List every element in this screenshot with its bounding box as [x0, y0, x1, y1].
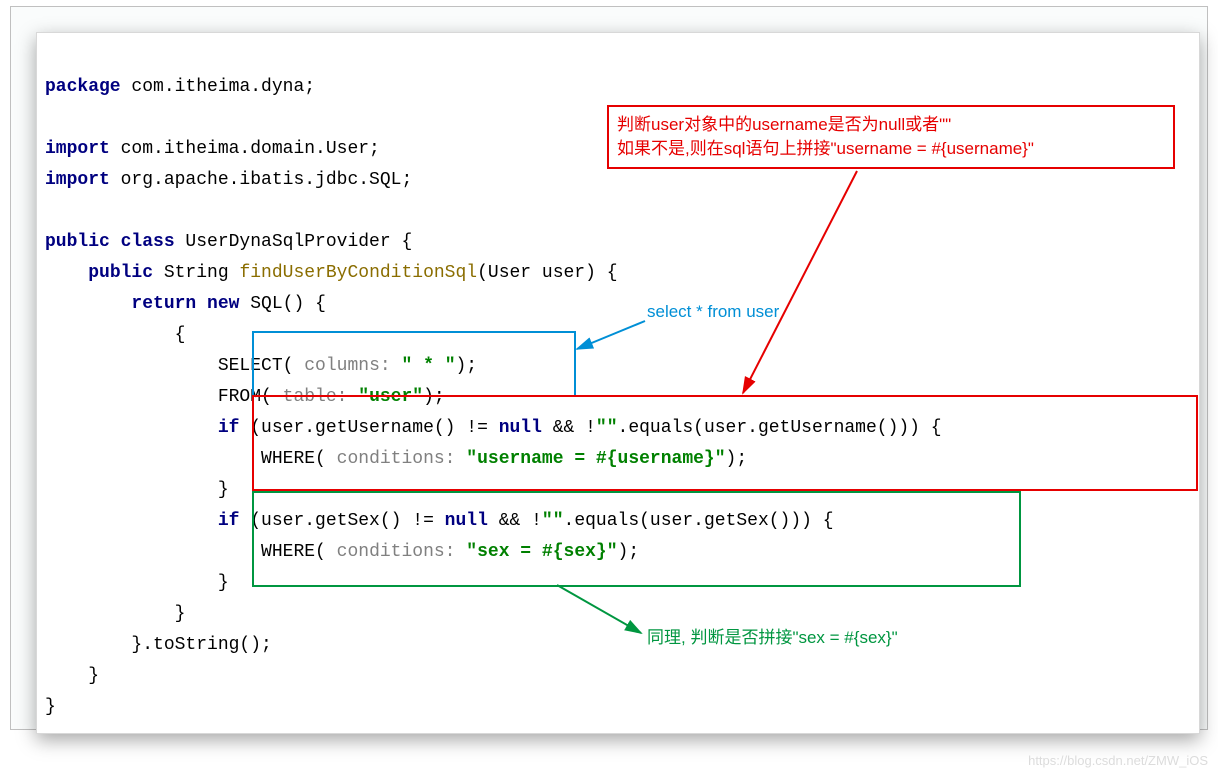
if2-indent [45, 511, 218, 531]
method-close: } [45, 666, 99, 686]
highlight-red [252, 395, 1198, 491]
inner-brace-close: } [45, 604, 185, 624]
ret-type: String [153, 263, 239, 283]
class-close: } [45, 697, 56, 717]
if1-close: } [45, 480, 229, 500]
watermark: https://blog.csdn.net/ZMW_iOS [1028, 753, 1208, 768]
if1-indent [45, 418, 218, 438]
code-window: package com.itheima.dyna; import com.ith… [36, 32, 1200, 734]
class-name: UserDynaSqlProvider { [175, 232, 413, 252]
import2: org.apache.ibatis.jdbc.SQL; [110, 170, 412, 190]
method-name: findUserByConditionSql [239, 263, 477, 283]
kw-if1: if [218, 418, 240, 438]
kw-if2: if [218, 511, 240, 531]
tostring: }.toString(); [45, 635, 272, 655]
sql-ctor: SQL() { [239, 294, 325, 314]
kw-return-new: return new [131, 294, 239, 314]
kw-package: package [45, 77, 121, 97]
kw-import2: import [45, 170, 110, 190]
indent [45, 294, 131, 314]
from-call: FROM( [45, 387, 272, 407]
annotation-red-line2: 如果不是,则在sql语句上拼接"username = #{username}" [617, 137, 1165, 161]
highlight-blue [252, 331, 576, 397]
method-params: (User user) { [477, 263, 617, 283]
brace-open: { [45, 325, 185, 345]
annotation-red: 判断user对象中的username是否为null或者"" 如果不是,则在sql… [607, 105, 1175, 169]
annotation-blue: select * from user [647, 302, 779, 322]
kw-public: public [88, 263, 153, 283]
import1: com.itheima.domain.User; [110, 139, 380, 159]
kw-class: public class [45, 232, 175, 252]
highlight-green [252, 491, 1021, 587]
if2-close: } [45, 573, 229, 593]
pkg-name: com.itheima.dyna; [121, 77, 315, 97]
kw-import1: import [45, 139, 110, 159]
indent [45, 263, 88, 283]
annotation-red-line1: 判断user对象中的username是否为null或者"" [617, 113, 1165, 137]
annotation-green: 同理, 判断是否拼接"sex = #{sex}" [647, 623, 898, 648]
